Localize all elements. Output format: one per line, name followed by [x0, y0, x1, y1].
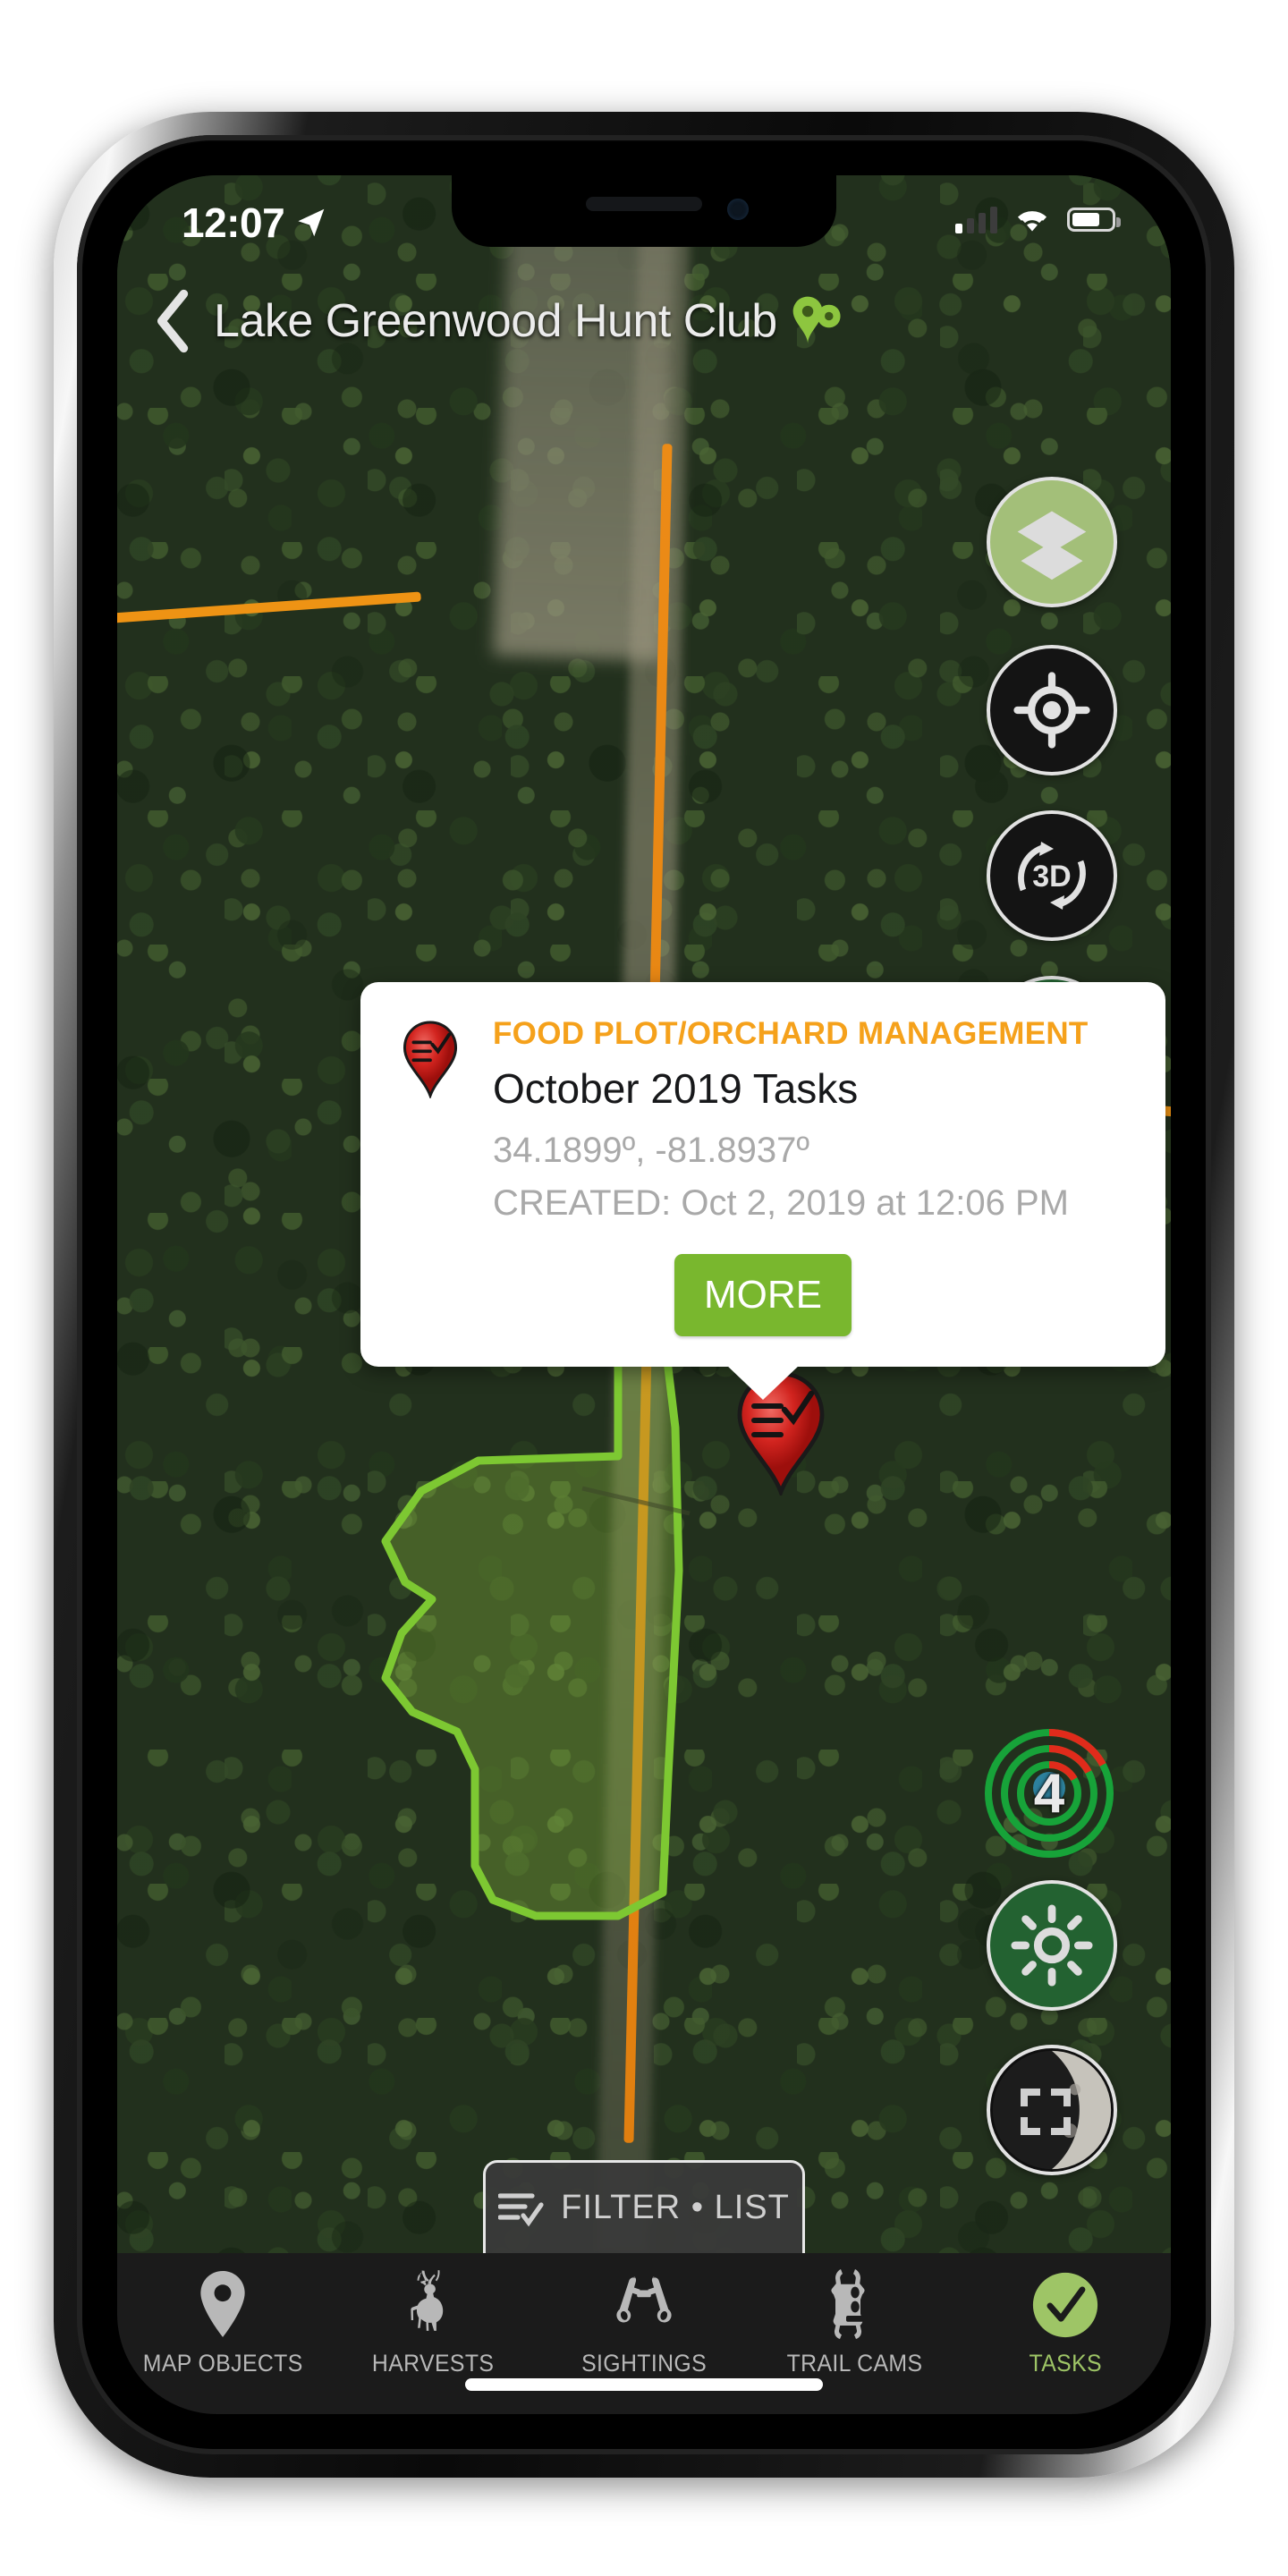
cellular-signal-icon — [955, 206, 997, 233]
tab-label: TASKS — [1029, 2350, 1102, 2377]
wind-scent-indicator[interactable]: 4 — [983, 1727, 1115, 1860]
callout-created: CREATED: Oct 2, 2019 at 12:06 PM — [493, 1183, 1069, 1224]
tab-label: SIGHTINGS — [581, 2350, 707, 2377]
tab-sightings[interactable]: SIGHTINGS — [538, 2266, 750, 2377]
battery-icon — [1067, 208, 1121, 232]
location-arrow-icon — [298, 208, 325, 237]
phone-screen: 3D 4 FOOD PLOT/ORCHARD MANAGEMENT Octobe… — [117, 175, 1171, 2414]
tab-map-objects[interactable]: MAP OBJECTS — [117, 2266, 328, 2377]
page-title: Lake Greenwood Hunt Club — [214, 295, 777, 347]
screenshot-canvas: 3D 4 FOOD PLOT/ORCHARD MANAGEMENT Octobe… — [0, 0, 1288, 2576]
callout-pin-icon — [398, 1016, 462, 1224]
svg-text:3D: 3D — [1032, 860, 1071, 894]
home-indicator[interactable] — [465, 2378, 823, 2391]
front-camera — [727, 199, 749, 220]
wind-value: 4 — [1033, 1762, 1065, 1825]
layers-button[interactable] — [987, 477, 1117, 607]
map-pin-icon — [195, 2266, 250, 2339]
three-d-button[interactable]: 3D — [987, 810, 1117, 941]
deer-icon — [403, 2266, 462, 2339]
check-circle-icon — [1031, 2266, 1099, 2339]
tab-harvests[interactable]: HARVESTS — [328, 2266, 539, 2377]
map-header: Lake Greenwood Hunt Club — [117, 272, 1171, 370]
sun-icon — [1011, 1904, 1093, 1987]
tab-trail-cams[interactable]: TRAIL CAMS — [750, 2266, 961, 2377]
trail-camera-icon — [830, 2266, 880, 2339]
filter-list-label: FILTER • LIST — [561, 2189, 790, 2226]
double-map-pin-icon[interactable] — [790, 293, 845, 349]
phone-notch — [452, 175, 836, 247]
map-canvas[interactable]: 3D 4 FOOD PLOT/ORCHARD MANAGEMENT Octobe… — [117, 175, 1171, 2253]
wifi-icon — [1017, 211, 1047, 232]
callout-category: FOOD PLOT/ORCHARD MANAGEMENT — [493, 1016, 1089, 1051]
callout-tail — [725, 1364, 801, 1401]
crosshair-gps-icon — [1013, 672, 1090, 749]
phone-bezel: 3D 4 FOOD PLOT/ORCHARD MANAGEMENT Octobe… — [77, 135, 1211, 2454]
callout-title: October 2019 Tasks — [493, 1065, 859, 1113]
tab-label: MAP OBJECTS — [142, 2350, 303, 2377]
tab-label: HARVESTS — [372, 2350, 495, 2377]
expand-fullscreen-button[interactable] — [1021, 2089, 1071, 2135]
tab-label: TRAIL CAMS — [786, 2350, 923, 2377]
sun-button[interactable] — [987, 1880, 1117, 2011]
more-button[interactable]: MORE — [674, 1254, 852, 1337]
status-clock: 12:07 — [182, 199, 326, 247]
filter-list-button[interactable]: FILTER • LIST — [483, 2160, 805, 2253]
locate-button[interactable] — [987, 645, 1117, 775]
status-indicators — [955, 206, 1121, 233]
phone-device-frame: 3D 4 FOOD PLOT/ORCHARD MANAGEMENT Octobe… — [54, 112, 1234, 2478]
layers-icon — [1017, 511, 1087, 580]
filter-list-icon — [498, 2192, 544, 2226]
earpiece-speaker — [586, 197, 702, 211]
callout-coordinates: 34.1899º, -81.8937º — [493, 1131, 809, 1171]
status-time: 12:07 — [182, 199, 285, 246]
back-button[interactable] — [153, 287, 194, 355]
binoculars-icon — [611, 2266, 677, 2339]
tab-tasks[interactable]: TASKS — [960, 2266, 1171, 2377]
map-object-callout: FOOD PLOT/ORCHARD MANAGEMENT October 201… — [360, 982, 1165, 1401]
3d-rotate-icon: 3D — [1018, 842, 1086, 910]
